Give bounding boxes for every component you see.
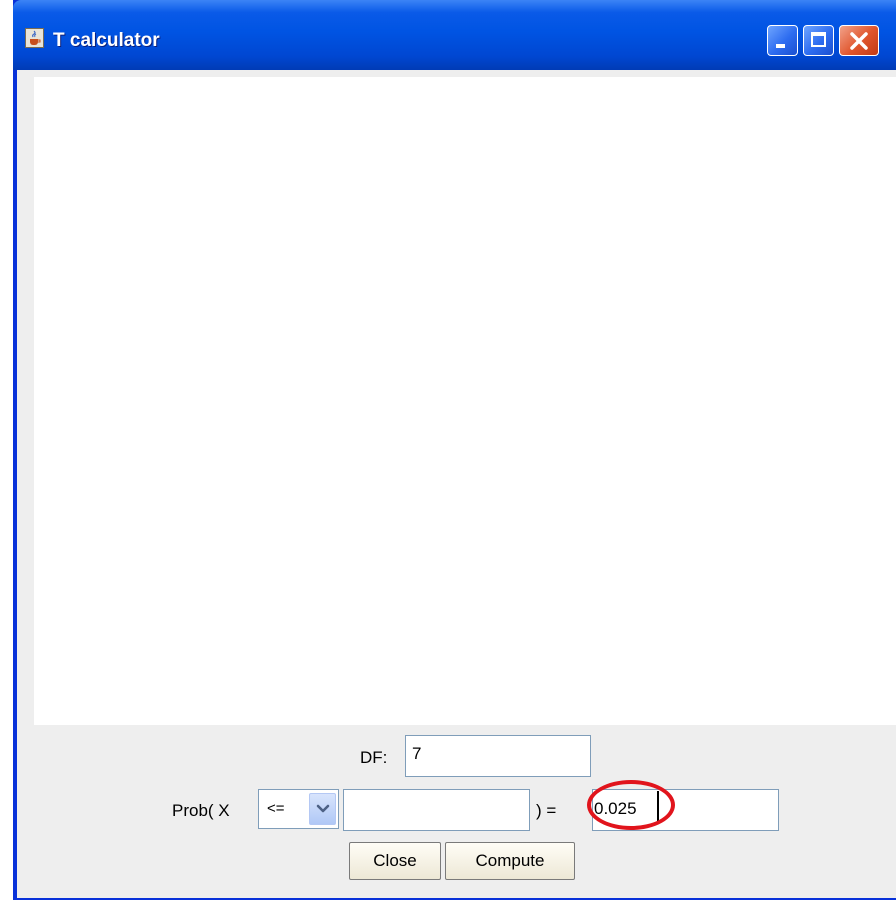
plot-canvas	[34, 77, 896, 725]
prob-label: Prob( X	[172, 801, 230, 820]
operator-value: <=	[267, 800, 285, 817]
close-window-button[interactable]	[839, 25, 879, 56]
window-title: T calculator	[53, 30, 160, 51]
x-value-input[interactable]	[343, 789, 530, 831]
minimize-icon	[776, 44, 785, 48]
title-bar[interactable]: T calculator	[13, 0, 896, 70]
compute-button[interactable]: Compute	[445, 842, 575, 880]
df-input[interactable]: 7	[405, 735, 591, 777]
close-icon	[850, 32, 868, 50]
maximize-icon	[811, 32, 826, 47]
java-cup-icon	[25, 28, 44, 48]
chevron-down-icon	[316, 804, 330, 813]
dropdown-button[interactable]	[309, 793, 336, 825]
close-button[interactable]: Close	[349, 842, 441, 880]
annotation-circle	[587, 780, 675, 830]
maximize-button[interactable]	[803, 25, 834, 56]
equals-label: ) =	[536, 801, 557, 820]
minimize-button[interactable]	[767, 25, 798, 56]
operator-select[interactable]: <=	[258, 789, 339, 829]
df-label: DF:	[360, 748, 388, 767]
